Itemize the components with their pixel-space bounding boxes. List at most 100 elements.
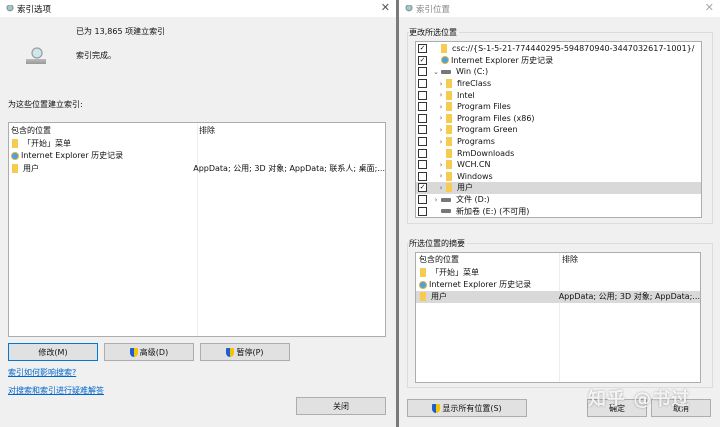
folder-icon — [446, 149, 452, 158]
tree-item-checkbox[interactable] — [418, 207, 427, 216]
tree-item[interactable]: › Intel — [416, 89, 701, 101]
close-icon[interactable]: ✕ — [705, 1, 714, 14]
location-name: 「开始」菜单 — [23, 139, 71, 148]
expand-chevron-icon[interactable]: › — [436, 80, 446, 88]
list-item-selected[interactable]: 用户 AppData; 公用; 3D 对象; AppData;... — [416, 291, 700, 303]
tree-item-label: Windows — [457, 172, 493, 181]
show-all-locations-button[interactable]: 显示所有位置(S) — [407, 399, 527, 417]
shield-icon — [226, 348, 234, 357]
tree-item-checkbox[interactable] — [418, 172, 427, 181]
location-name: 「开始」菜单 — [431, 268, 479, 277]
tree-item-checkbox[interactable] — [418, 195, 427, 204]
tree-item[interactable]: › Program Files — [416, 101, 701, 113]
folder-icon — [446, 79, 452, 88]
tree-item-label: WCH.CN — [457, 160, 490, 169]
folder-icon — [12, 139, 18, 148]
drive-icon — [441, 70, 451, 74]
column-header-included[interactable]: 包含的位置 — [419, 254, 562, 265]
expand-chevron-icon[interactable]: › — [436, 114, 446, 122]
index-status: 索引完成。 — [76, 50, 116, 61]
tree-item[interactable]: › WCH.CN — [416, 159, 701, 171]
list-item[interactable]: Internet Explorer 历史记录 — [416, 279, 700, 291]
locations-tree[interactable]: ✓csc://{S-1-5-21-774440295-594870940-344… — [415, 41, 702, 218]
tree-item[interactable]: › Windows — [416, 171, 701, 183]
expand-chevron-icon[interactable]: › — [436, 138, 446, 146]
ie-icon — [419, 281, 427, 289]
tree-item-checkbox[interactable] — [418, 91, 427, 100]
pause-button[interactable]: 暂停(P) — [200, 343, 290, 361]
location-exclude: AppData; 公用; 3D 对象; AppData; 联系人; 桌面;... — [193, 163, 385, 174]
advanced-button[interactable]: 高级(D) — [104, 343, 194, 361]
tree-item[interactable]: ›fireClass — [416, 78, 701, 90]
ie-icon — [11, 152, 19, 160]
indexing-icon — [4, 5, 14, 13]
tree-item-checkbox[interactable]: ✓ — [418, 56, 427, 65]
tree-item-label: Program Files — [457, 102, 511, 111]
list-item[interactable]: 「开始」菜单 — [416, 267, 700, 279]
expand-chevron-icon[interactable]: › — [436, 126, 446, 134]
tree-item-checkbox[interactable] — [418, 67, 427, 76]
tree-item-checkbox[interactable] — [418, 149, 427, 158]
expand-chevron-icon[interactable]: › — [431, 196, 441, 204]
expand-chevron-icon[interactable]: › — [436, 91, 446, 99]
list-item[interactable]: 「开始」菜单 — [9, 138, 385, 150]
tree-item-checkbox[interactable]: ✓ — [418, 183, 427, 192]
drive-icon — [441, 198, 451, 202]
locations-list[interactable]: 包含的位置排除 「开始」菜单 Internet Explorer 历史记录 用户… — [8, 122, 386, 337]
list-item[interactable]: Internet Explorer 历史记录 — [9, 150, 385, 162]
folder-icon — [446, 102, 452, 111]
close-button[interactable]: 关闭 — [296, 397, 386, 415]
tree-item[interactable]: ⌄Win (C:) — [416, 66, 701, 78]
expand-chevron-icon[interactable]: › — [436, 184, 446, 192]
expand-chevron-icon[interactable]: › — [436, 103, 446, 111]
close-icon[interactable]: ✕ — [381, 1, 390, 14]
window-title: 索引选项 — [17, 3, 51, 15]
indexing-magnifier-icon — [26, 46, 46, 66]
tree-item-checkbox[interactable] — [418, 125, 427, 134]
troubleshoot-link[interactable]: 对搜索和索引进行疑难解答 — [8, 385, 104, 396]
tree-item[interactable]: RmDownloads — [416, 147, 701, 159]
tree-item[interactable]: 新加卷 (E:) (不可用) — [416, 205, 701, 217]
tree-item-label: Intel — [457, 91, 475, 100]
column-header-exclude[interactable]: 排除 — [199, 125, 215, 136]
tree-item[interactable]: ✓ Internet Explorer 历史记录 — [416, 55, 701, 67]
tree-item[interactable]: ›文件 (D:) — [416, 194, 701, 206]
list-item[interactable]: 用户AppData; 公用; 3D 对象; AppData; 联系人; 桌面;.… — [9, 163, 385, 175]
tree-item-checkbox[interactable] — [418, 114, 427, 123]
location-name: 用户 — [431, 292, 447, 301]
folder-icon — [446, 125, 452, 134]
tree-item-checkbox[interactable] — [418, 102, 427, 111]
title-bar: 索引位置✕ — [399, 0, 720, 17]
tree-item[interactable]: ✓›用户 — [416, 182, 701, 194]
expand-chevron-icon[interactable]: ⌄ — [431, 68, 441, 76]
tree-item-label: Internet Explorer 历史记录 — [451, 55, 553, 66]
column-header-included[interactable]: 包含的位置 — [11, 125, 199, 136]
tree-item-checkbox[interactable] — [418, 160, 427, 169]
ie-icon — [441, 56, 449, 64]
expand-chevron-icon[interactable]: › — [436, 161, 446, 169]
tree-item-label: Programs — [457, 137, 495, 146]
folder-icon — [446, 91, 452, 100]
folder-icon — [446, 160, 452, 169]
modify-button[interactable]: 修改(M) — [8, 343, 98, 361]
folder-icon — [446, 137, 452, 146]
title-bar: 索引选项 ✕ — [0, 0, 396, 17]
expand-chevron-icon[interactable]: › — [436, 172, 446, 180]
location-name: Internet Explorer 历史记录 — [429, 280, 531, 289]
folder-icon — [420, 292, 426, 301]
indexing-icon — [403, 5, 413, 13]
summary-list[interactable]: 包含的位置排除 「开始」菜单 Internet Explorer 历史记录 用户… — [415, 252, 701, 383]
tree-item[interactable]: ✓csc://{S-1-5-21-774440295-594870940-344… — [416, 43, 701, 55]
how-indexing-affects-search-link[interactable]: 索引如何影响搜索? — [8, 367, 76, 378]
locations-label: 为这些位置建立索引: — [8, 99, 83, 110]
tree-item[interactable]: ›Program Green — [416, 124, 701, 136]
column-header-exclude[interactable]: 排除 — [562, 254, 578, 265]
indexed-count: 已为 13,865 项建立索引 — [76, 26, 165, 37]
tree-item-checkbox[interactable]: ✓ — [418, 44, 427, 53]
tree-item[interactable]: ›Program Files (x86) — [416, 113, 701, 125]
tree-item-checkbox[interactable] — [418, 137, 427, 146]
tree-item-checkbox[interactable] — [418, 79, 427, 88]
location-exclude: AppData; 公用; 3D 对象; AppData;... — [559, 291, 700, 302]
tree-item[interactable]: › Programs — [416, 136, 701, 148]
folder-icon — [441, 44, 447, 53]
